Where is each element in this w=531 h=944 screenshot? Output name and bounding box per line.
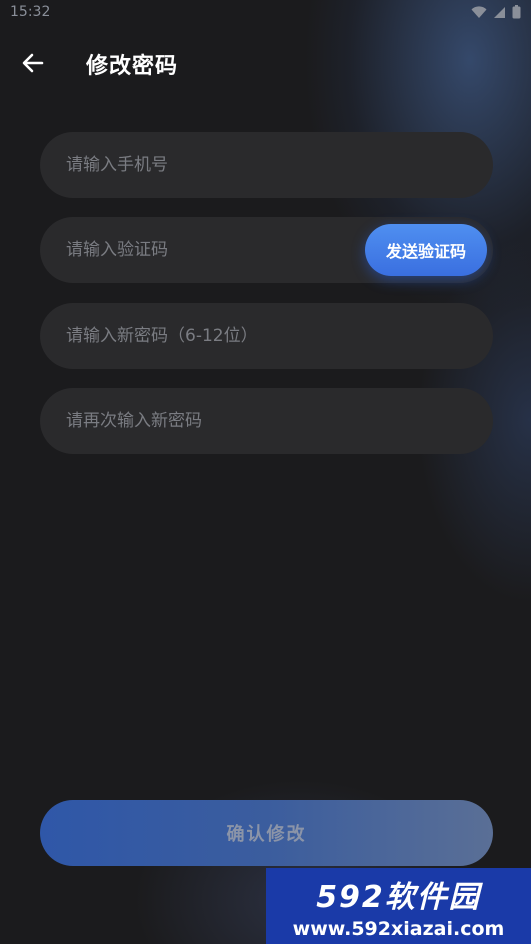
page-title: 修改密码	[86, 54, 179, 79]
status-bar: 15:32	[0, 0, 531, 24]
status-time: 15:32	[10, 4, 51, 20]
header: 修改密码	[0, 38, 531, 86]
send-code-button[interactable]: 发送验证码	[365, 224, 487, 276]
watermark-logo: 592软件园	[316, 880, 481, 915]
back-button[interactable]	[14, 44, 52, 82]
confirm-password-field	[40, 388, 493, 454]
phone-input[interactable]	[40, 132, 493, 198]
watermark: 592软件园 www.592xiazai.com	[266, 868, 531, 944]
new-password-input[interactable]	[40, 303, 493, 369]
status-icons	[471, 5, 521, 19]
new-password-field	[40, 303, 493, 369]
confirm-change-button[interactable]: 确认修改	[40, 800, 493, 866]
arrow-left-icon	[22, 53, 44, 73]
verification-code-field: 发送验证码	[40, 217, 493, 283]
phone-field	[40, 132, 493, 198]
wifi-icon	[471, 5, 487, 18]
confirm-password-input[interactable]	[40, 388, 493, 454]
watermark-url: www.592xiazai.com	[292, 918, 505, 940]
signal-icon	[494, 6, 505, 18]
battery-icon	[512, 5, 521, 19]
